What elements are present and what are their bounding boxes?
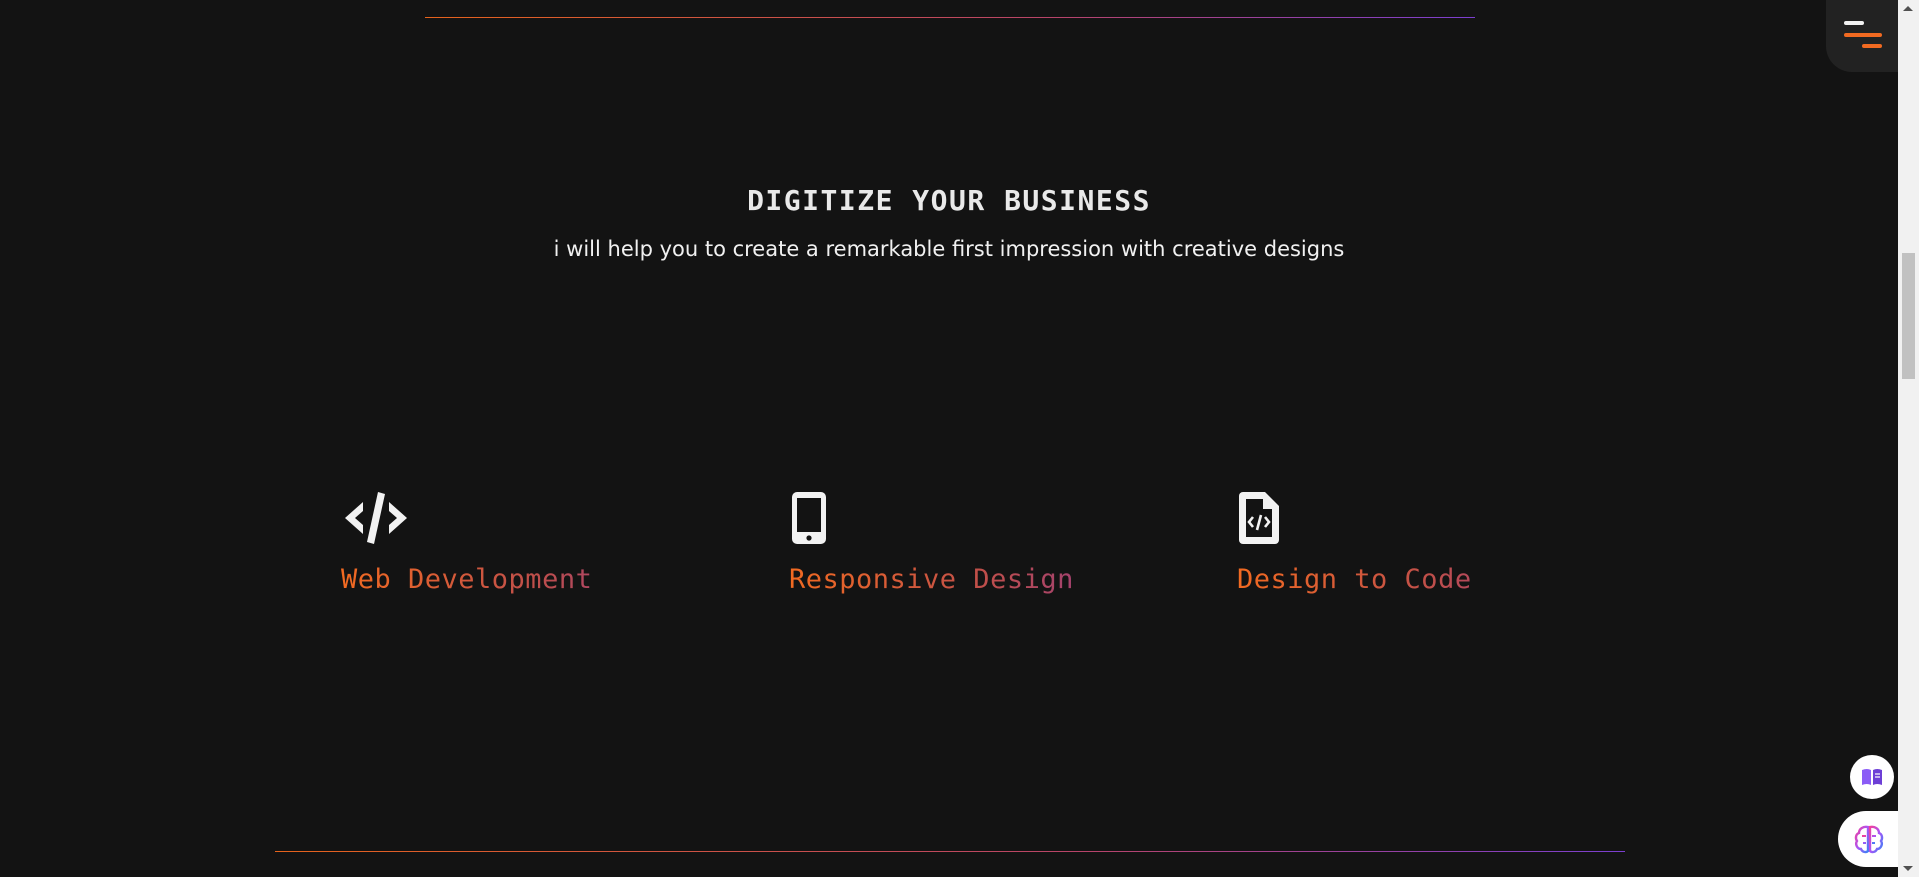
code-file-icon [1239, 492, 1279, 544]
hamburger-menu-icon-bar [1844, 33, 1882, 37]
service-label: Responsive Design [789, 564, 1109, 595]
section-title: DIGITIZE YOUR BUSINESS [747, 184, 1151, 217]
scroll-up-arrow-icon[interactable] [1903, 6, 1913, 11]
code-icon [345, 492, 407, 544]
brain-icon [1854, 825, 1884, 854]
book-reader-icon [1862, 769, 1882, 785]
hamburger-menu-icon [1844, 21, 1864, 25]
service-label: Design to Code [1237, 564, 1557, 595]
section-divider-top [425, 17, 1475, 18]
reader-mode-button[interactable] [1850, 755, 1894, 799]
vertical-scrollbar[interactable] [1898, 0, 1919, 877]
service-responsive-design: Responsive Design [789, 490, 1109, 595]
section-subtitle: i will help you to create a remarkable f… [553, 237, 1345, 261]
ai-assistant-button[interactable] [1838, 811, 1900, 867]
service-label: Web Development [341, 564, 661, 595]
mobile-phone-icon [792, 492, 826, 544]
page: DIGITIZE YOUR BUSINESS i will help you t… [0, 0, 1919, 877]
menu-toggle-button[interactable] [1826, 0, 1898, 72]
service-web-development: Web Development [341, 490, 661, 595]
hamburger-menu-icon-bar [1862, 44, 1882, 48]
scrollbar-thumb[interactable] [1902, 253, 1915, 379]
scroll-down-arrow-icon[interactable] [1903, 866, 1913, 871]
section-divider-bottom [275, 851, 1625, 852]
service-design-to-code: Design to Code [1237, 490, 1557, 595]
